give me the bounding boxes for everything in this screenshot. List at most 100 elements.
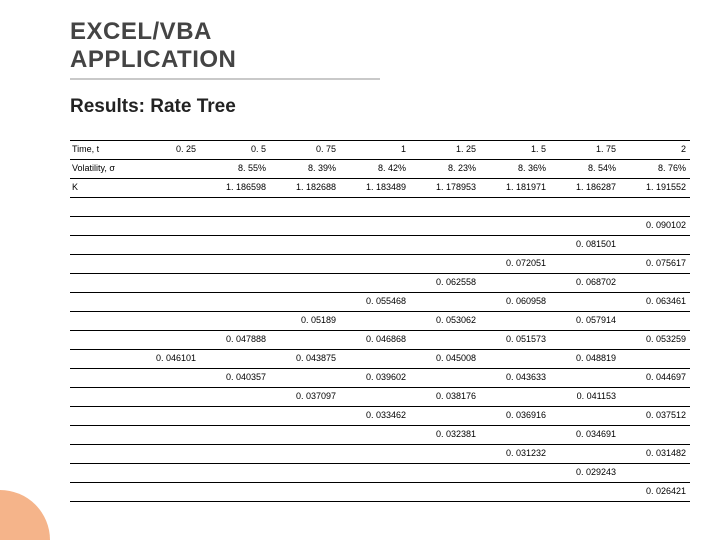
tree-cell bbox=[620, 274, 690, 293]
tree-cell: 0. 040357 bbox=[200, 369, 270, 388]
tree-cell bbox=[130, 236, 200, 255]
tree-cell bbox=[270, 426, 340, 445]
tree-row: 0. 0625580. 068702 bbox=[70, 274, 690, 293]
tree-cell: 0. 05189 bbox=[270, 312, 340, 331]
spacer-cell bbox=[340, 198, 410, 217]
tree-cell bbox=[70, 312, 130, 331]
tree-cell bbox=[410, 331, 480, 350]
spacer-cell bbox=[410, 198, 480, 217]
header-cell: 1. 186598 bbox=[200, 179, 270, 198]
tree-cell bbox=[70, 407, 130, 426]
header-cell: 1. 5 bbox=[480, 141, 550, 160]
tree-cell bbox=[340, 426, 410, 445]
tree-row: 0. 0323810. 034691 bbox=[70, 426, 690, 445]
tree-cell bbox=[130, 312, 200, 331]
tree-row: 0. 0312320. 031482 bbox=[70, 445, 690, 464]
tree-cell: 0. 057914 bbox=[550, 312, 620, 331]
tree-cell bbox=[270, 255, 340, 274]
header-row: Time, t0. 250. 50. 7511. 251. 51. 752 bbox=[70, 141, 690, 160]
header-cell: 1 bbox=[340, 141, 410, 160]
tree-cell bbox=[410, 255, 480, 274]
tree-cell bbox=[70, 350, 130, 369]
tree-cell bbox=[270, 217, 340, 236]
tree-cell bbox=[270, 464, 340, 483]
tree-cell bbox=[270, 331, 340, 350]
tree-cell bbox=[480, 312, 550, 331]
spacer-cell bbox=[70, 198, 130, 217]
tree-row: 0. 0403570. 0396020. 0436330. 044697 bbox=[70, 369, 690, 388]
tree-cell: 0. 063461 bbox=[620, 293, 690, 312]
tree-cell bbox=[270, 293, 340, 312]
tree-row: 0. 051890. 0530620. 057914 bbox=[70, 312, 690, 331]
tree-cell bbox=[270, 445, 340, 464]
header-cell: 8. 36% bbox=[480, 160, 550, 179]
tree-cell: 0. 046868 bbox=[340, 331, 410, 350]
tree-cell bbox=[270, 483, 340, 502]
row-label: Time, t bbox=[70, 141, 130, 160]
tree-cell bbox=[480, 464, 550, 483]
page-title: EXCEL/VBA APPLICATION bbox=[70, 18, 380, 80]
tree-cell: 0. 045008 bbox=[410, 350, 480, 369]
tree-cell bbox=[70, 255, 130, 274]
tree-cell bbox=[480, 483, 550, 502]
tree-row: 0. 0334620. 0369160. 037512 bbox=[70, 407, 690, 426]
tree-cell bbox=[620, 236, 690, 255]
tree-cell: 0. 081501 bbox=[550, 236, 620, 255]
tree-cell bbox=[130, 445, 200, 464]
tree-cell: 0. 039602 bbox=[340, 369, 410, 388]
tree-cell bbox=[200, 350, 270, 369]
tree-cell bbox=[410, 293, 480, 312]
tree-cell bbox=[340, 464, 410, 483]
header-cell: 8. 42% bbox=[340, 160, 410, 179]
tree-cell bbox=[550, 369, 620, 388]
tree-cell bbox=[620, 426, 690, 445]
tree-cell bbox=[410, 464, 480, 483]
tree-cell bbox=[200, 274, 270, 293]
spacer-cell bbox=[270, 198, 340, 217]
tree-cell bbox=[200, 388, 270, 407]
page-subtitle: Results: Rate Tree bbox=[70, 96, 690, 118]
tree-row: 0. 0720510. 075617 bbox=[70, 255, 690, 274]
tree-row: 0. 0370970. 0381760. 041153 bbox=[70, 388, 690, 407]
tree-cell bbox=[340, 312, 410, 331]
tree-cell bbox=[340, 255, 410, 274]
header-row: Volatility, σ8. 55%8. 39%8. 42%8. 23%8. … bbox=[70, 160, 690, 179]
tree-cell bbox=[550, 293, 620, 312]
tree-cell bbox=[70, 293, 130, 312]
tree-cell bbox=[480, 350, 550, 369]
tree-cell: 0. 034691 bbox=[550, 426, 620, 445]
tree-cell bbox=[550, 331, 620, 350]
header-cell: 1. 25 bbox=[410, 141, 480, 160]
tree-cell: 0. 026421 bbox=[620, 483, 690, 502]
spacer-row bbox=[70, 198, 690, 217]
tree-cell bbox=[130, 407, 200, 426]
row-label: Volatility, σ bbox=[70, 160, 130, 179]
header-cell: 1. 178953 bbox=[410, 179, 480, 198]
header-cell: 0. 75 bbox=[270, 141, 340, 160]
tree-cell bbox=[340, 274, 410, 293]
header-cell: 8. 39% bbox=[270, 160, 340, 179]
header-cell: 2 bbox=[620, 141, 690, 160]
spacer-cell bbox=[620, 198, 690, 217]
header-cell: 0. 25 bbox=[130, 141, 200, 160]
tree-cell bbox=[70, 217, 130, 236]
tree-cell bbox=[130, 274, 200, 293]
tree-cell: 0. 048819 bbox=[550, 350, 620, 369]
tree-cell bbox=[70, 236, 130, 255]
spacer-cell bbox=[200, 198, 270, 217]
tree-cell bbox=[70, 331, 130, 350]
tree-cell bbox=[410, 483, 480, 502]
header-cell: 0. 5 bbox=[200, 141, 270, 160]
tree-cell bbox=[130, 255, 200, 274]
tree-cell bbox=[270, 236, 340, 255]
tree-cell: 0. 051573 bbox=[480, 331, 550, 350]
tree-cell bbox=[550, 255, 620, 274]
tree-cell: 0. 036916 bbox=[480, 407, 550, 426]
tree-row: 0. 081501 bbox=[70, 236, 690, 255]
header-cell: 8. 54% bbox=[550, 160, 620, 179]
tree-cell: 0. 043875 bbox=[270, 350, 340, 369]
tree-cell bbox=[410, 369, 480, 388]
tree-cell bbox=[200, 293, 270, 312]
tree-cell bbox=[550, 445, 620, 464]
spacer-cell bbox=[550, 198, 620, 217]
